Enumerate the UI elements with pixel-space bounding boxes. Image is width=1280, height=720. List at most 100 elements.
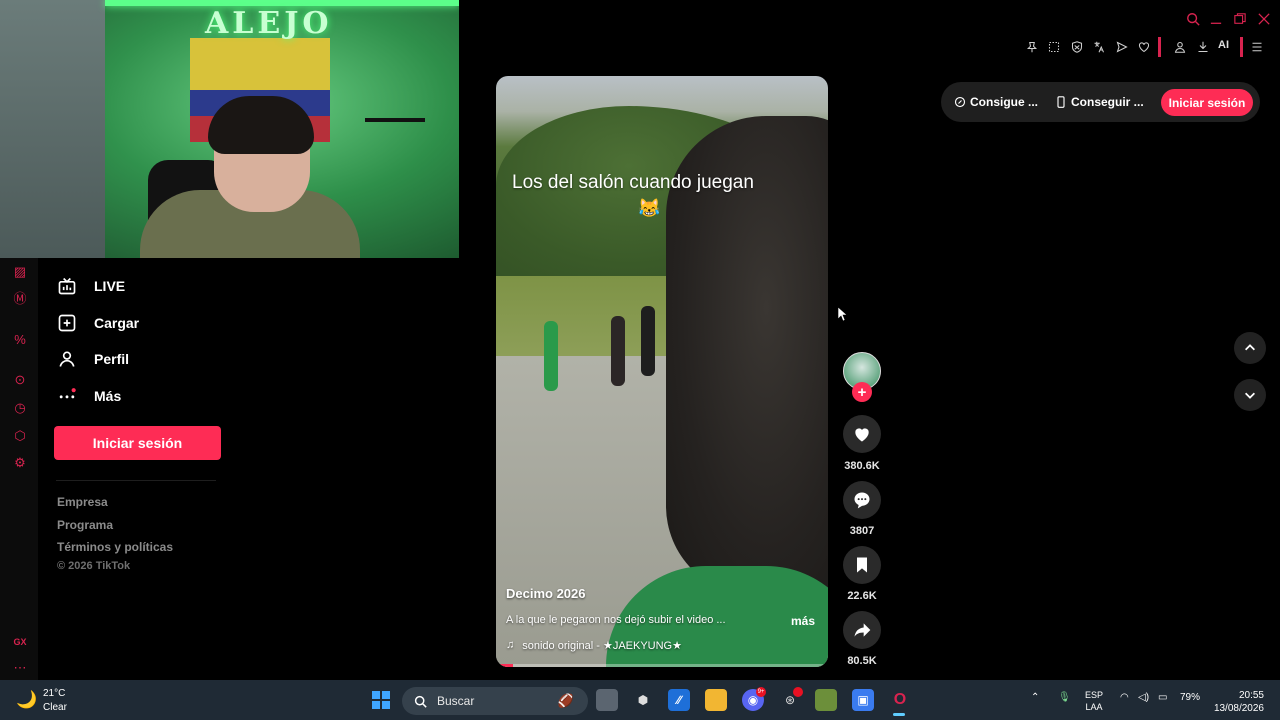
comment-icon [854,492,870,509]
file-explorer-icon[interactable] [705,689,727,711]
toolbar-separator [1158,37,1161,57]
app-store-icon[interactable]: ▣ [852,689,874,711]
save-button[interactable] [843,546,881,584]
system-clock[interactable]: 20:55 13/08/2026 [1208,689,1264,715]
extensions-icon[interactable]: ⬡ [12,428,28,444]
account-icon[interactable] [1172,39,1188,55]
weather-condition[interactable]: Clear [43,702,67,713]
task-view-icon[interactable] [596,689,618,711]
like-button[interactable] [843,415,881,453]
opera-gx-icon[interactable]: O [889,689,911,711]
heart-icon[interactable] [1136,39,1152,55]
description-more-link[interactable]: más [791,614,815,628]
start-button[interactable] [372,691,390,709]
share-count: 80.5K [847,655,877,667]
video-player[interactable]: Los del salón cuando juegan 😹 Decimo 202… [496,76,828,667]
mouse-cursor [838,307,848,321]
send-icon[interactable] [1114,39,1130,55]
app-cube-icon[interactable]: ⬢ [632,689,654,711]
webcam-sign: ALEJO [205,6,333,41]
follow-button[interactable]: + [852,382,872,402]
minimize-icon[interactable] [1210,12,1222,29]
video-caption: Los del salón cuando juegan [512,172,754,193]
ai-wand-icon[interactable] [1202,39,1218,55]
sidebar-item-profile[interactable]: Perfil [56,348,129,370]
tray-chevron-up-icon[interactable]: ⌃ [1031,692,1039,703]
video-figure [544,321,558,391]
copyright: © 2026 TikTok [57,560,131,572]
search-placeholder: Buscar [437,694,475,708]
sound-label: sonido original - ★JAEKYUNG★ [522,640,682,652]
player-icon[interactable]: ⊙ [12,372,28,388]
battery-icon[interactable]: ▭ [1158,692,1167,703]
more-icon [56,385,78,407]
live-icon [56,275,78,297]
pin-icon[interactable] [1024,39,1040,55]
profile-icon [56,348,78,370]
search-highlight-icon: 🏈 [557,693,574,708]
language-indicator[interactable]: ESP LAA [1085,689,1103,713]
ai-button[interactable]: AI [1218,39,1229,51]
screen: ALEJO ▨ Ⓜ % ⊙ ◷ ⬡ ⚙ GX ⋯ LIVE Cargar Per… [0,0,1280,720]
battery-percent[interactable]: 79% [1180,692,1200,703]
phone-icon [1057,96,1065,108]
sidebar-item-live[interactable]: LIVE [56,275,125,297]
taskbar-search[interactable]: Buscar 🏈 [402,687,588,715]
coin-icon [954,96,966,108]
video-caption-emoji: 😹 [638,198,661,218]
clock-time: 20:55 [1238,690,1264,701]
percent-icon[interactable]: % [12,332,28,348]
minecraft-icon[interactable] [815,689,837,711]
gx-logo-icon: GX [13,637,27,647]
previous-video-button[interactable] [1234,332,1266,364]
messenger-icon[interactable]: Ⓜ [12,291,28,307]
weather-temperature[interactable]: 21°C [43,688,65,699]
share-button[interactable] [843,611,881,649]
video-description: A la que le pegaron nos dejó subir el vi… [506,614,726,626]
more-dots-icon[interactable]: ⋯ [12,660,28,676]
discord-badge: 9+ [756,687,766,697]
adblock-icon[interactable] [1069,39,1085,55]
moon-icon[interactable]: 🌙 [16,690,37,710]
settings-icon[interactable]: ⚙ [12,455,28,471]
snapshot-icon[interactable] [1046,39,1062,55]
search-icon [414,695,427,708]
upload-icon [56,312,78,334]
restore-icon[interactable] [1234,12,1246,28]
history-icon[interactable]: ◷ [12,400,28,416]
footer-link-terms[interactable]: Términos y políticas [57,540,173,554]
bookmark-icon [857,557,867,573]
sidebar-login-button[interactable]: Iniciar sesión [54,426,221,460]
get-app-button[interactable]: Conseguir ... [1055,95,1144,109]
browser-search-icon[interactable] [1186,12,1200,29]
sidebar-item-more[interactable]: Más [56,385,121,407]
music-note-icon: ♫ [506,639,515,651]
footer-link-program[interactable]: Programa [57,518,113,532]
sidebar-divider [56,480,216,481]
save-count: 22.6K [847,590,877,602]
wifi-icon[interactable]: ◠ [1120,692,1129,703]
microphone-icon[interactable]: 🎙 [1058,692,1071,703]
video-sound[interactable]: ♫ sonido original - ★JAEKYUNG★ [506,639,682,652]
video-author[interactable]: Decimo 2026 [506,586,586,601]
video-progress-bar[interactable] [496,664,828,667]
comment-button[interactable] [843,481,881,519]
app-visual-studio-icon[interactable]: ∕∕ [668,689,690,711]
chevron-up-icon [1245,344,1255,351]
keyboard-layout: LAA [1085,702,1103,712]
next-video-button[interactable] [1234,379,1266,411]
sidebar-item-label: Más [94,388,122,404]
easy-setup-icon[interactable] [1249,39,1265,55]
get-coins-button[interactable]: Consigue ... [954,95,1038,109]
video-figure [611,316,625,386]
sidebar-item-label: LIVE [94,278,126,294]
sidebar-item-upload[interactable]: Cargar [56,312,139,334]
footer-link-company[interactable]: Empresa [57,495,108,509]
close-icon[interactable] [1258,12,1270,28]
volume-icon[interactable]: ◁) [1138,692,1149,703]
translate-icon[interactable] [1091,39,1107,55]
video-progress-fill [496,664,513,667]
header-login-button[interactable]: Iniciar sesión [1161,89,1253,116]
gx-control-icon[interactable]: ▨ [12,264,28,280]
active-app-indicator [893,713,905,716]
